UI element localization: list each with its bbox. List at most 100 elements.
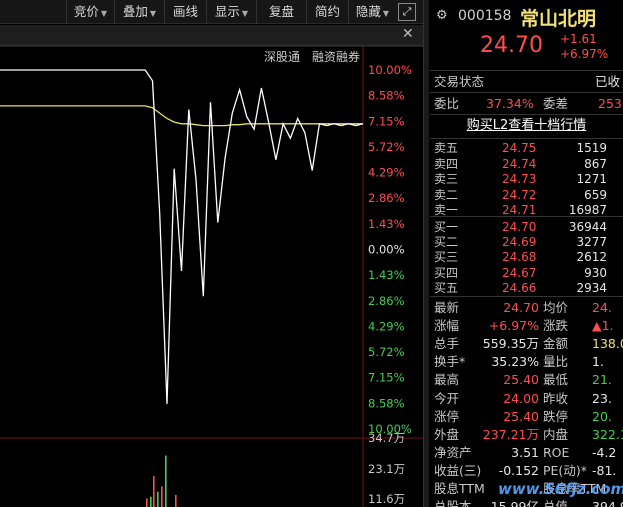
stat-value: 21. <box>592 372 612 388</box>
stat-label: 总股本 <box>434 499 472 507</box>
status-label: 交易状态 <box>434 74 485 89</box>
y-tick-label: 8.58% <box>368 396 405 410</box>
bid-level-row[interactable]: 买五 24.66 2934 <box>434 280 623 296</box>
y-tick-label: 4.29% <box>368 319 405 333</box>
bid-level-row[interactable]: 买三 24.68 2612 <box>434 249 623 265</box>
volume-bar <box>153 476 155 507</box>
buy-l2-link[interactable]: 购买L2查看十档行情 <box>430 116 623 136</box>
level-volume: 659 <box>584 187 607 202</box>
stat-label: 涨幅 <box>434 318 460 334</box>
level-price: 24.67 <box>502 265 537 280</box>
volume-bar <box>175 495 177 507</box>
stats-row: 涨幅 +6.97% 涨跌 ▲1. <box>430 317 623 335</box>
divider <box>430 92 623 93</box>
volume-tick-label: 23.1万 <box>368 462 405 476</box>
level-label: 买五 <box>434 280 459 295</box>
divider <box>430 216 623 217</box>
stat-label: 金额 <box>543 336 569 352</box>
stats-row: 涨停 25.40 跌停 20. <box>430 408 623 426</box>
y-tick-label: 7.15% <box>368 371 405 385</box>
stat-value: ▲1. <box>592 318 614 334</box>
stat-label: 涨停 <box>434 408 460 424</box>
y-tick-label: 5.72% <box>368 345 405 359</box>
stats-row: 净资产 3.51 ROE -4.2 <box>430 444 623 462</box>
y-tick-label: 10.00% <box>368 63 412 77</box>
level-price: 24.68 <box>502 250 537 265</box>
y-tick-label: 2.86% <box>368 191 405 205</box>
volume-tick-label: 34.7万 <box>368 431 405 445</box>
level-price: 24.75 <box>502 141 537 155</box>
level-price: 24.74 <box>502 156 537 171</box>
ask-level-row[interactable]: 卖三 24.73 1271 <box>434 171 623 187</box>
stat-label: 外盘 <box>434 426 460 442</box>
stat-value: 23. <box>592 390 612 406</box>
level-price: 24.72 <box>502 187 537 202</box>
level-label: 卖二 <box>434 187 459 202</box>
level-label: 卖五 <box>434 141 459 155</box>
stats-row: 收益(三) -0.152 PE(动)* -81. <box>430 462 623 480</box>
stat-value: 559.35万 <box>482 336 539 352</box>
stat-value: 322.14 <box>592 426 623 442</box>
divider <box>430 114 623 115</box>
stats-row: 今开 24.00 昨收 23. <box>430 390 623 408</box>
ask-level-row[interactable]: 卖五 24.75 1519 <box>434 140 623 156</box>
status-value: 已收 <box>595 74 621 89</box>
panel-scrollbar[interactable] <box>423 0 429 507</box>
stat-value: +6.97% <box>488 318 539 334</box>
stat-label: 最高 <box>434 372 460 388</box>
stat-value: -4.2 <box>592 444 617 460</box>
bid-level-row[interactable]: 买二 24.69 3277 <box>434 234 623 250</box>
price-line <box>0 69 364 404</box>
stat-label: 收益(三) <box>434 462 482 478</box>
stat-label: 换手* <box>434 354 466 370</box>
stat-value: 138.05 <box>592 336 623 352</box>
bid-level-row[interactable]: 买四 24.67 930 <box>434 265 623 281</box>
stat-label: 最新 <box>434 300 460 315</box>
stats-row: 换手* 35.23% 量比 1. <box>430 353 623 371</box>
level-volume: 3277 <box>576 235 607 250</box>
stat-label: ROE <box>543 444 570 460</box>
level-price: 24.73 <box>502 172 537 186</box>
level-label: 卖三 <box>434 172 459 186</box>
level-label: 买三 <box>434 250 459 265</box>
gear-icon[interactable]: ⚙ <box>436 8 448 23</box>
divider <box>430 70 623 71</box>
quote-panel: ⚙ 000158 常山北明 24.70 +1.61 +6.97% 交易状态 已收… <box>430 0 623 507</box>
stats-row: 总股本 15.99亿总值 394.9 <box>430 498 623 507</box>
change-value: +1.61 <box>560 32 597 46</box>
change-percent: +6.97% <box>560 47 609 61</box>
stat-value: 20. <box>592 408 612 424</box>
stat-value: 25.40 <box>503 372 539 388</box>
level-label: 买二 <box>434 235 459 250</box>
ask-level-row[interactable]: 卖二 24.72 659 <box>434 187 623 203</box>
bid-level-row[interactable]: 买一 24.70 36944 <box>434 219 623 235</box>
stats-row: 外盘 237.21万内盘 322.14 <box>430 426 623 444</box>
level-volume: 867 <box>584 156 607 171</box>
price-change: +1.61 +6.97% <box>560 32 608 62</box>
stat-value: 24.00 <box>503 390 539 406</box>
ask-level-row[interactable]: 卖四 24.74 867 <box>434 156 623 172</box>
weicha-value: 253 <box>598 96 622 111</box>
weicha-label: 委差 <box>543 96 569 111</box>
y-tick-label: 1.43% <box>368 217 405 231</box>
level-volume: 2612 <box>576 250 607 265</box>
average-price-line <box>0 105 363 127</box>
y-tick-label: 1.43% <box>368 268 405 282</box>
level-label: 卖四 <box>434 156 459 171</box>
stat-label: 总手 <box>434 336 460 352</box>
stat-value: 237.21万 <box>482 426 539 442</box>
volume-bar <box>165 455 167 507</box>
y-tick-label: 5.72% <box>368 140 405 154</box>
level-label: 买四 <box>434 265 459 280</box>
volume-bar <box>161 486 163 507</box>
level-price: 24.70 <box>502 220 537 234</box>
level-volume: 1271 <box>576 172 607 186</box>
level-label: 买一 <box>434 220 459 234</box>
weibi-row: 委比 37.34% 委差 253 <box>430 95 623 113</box>
stat-value: -0.152 <box>498 462 539 478</box>
stat-value: 394.9 <box>592 499 623 507</box>
last-price: 24.70 <box>480 33 543 58</box>
y-tick-label: 4.29% <box>368 166 405 180</box>
stat-value: 15.99亿 <box>490 499 539 507</box>
volume-bar <box>157 491 159 507</box>
